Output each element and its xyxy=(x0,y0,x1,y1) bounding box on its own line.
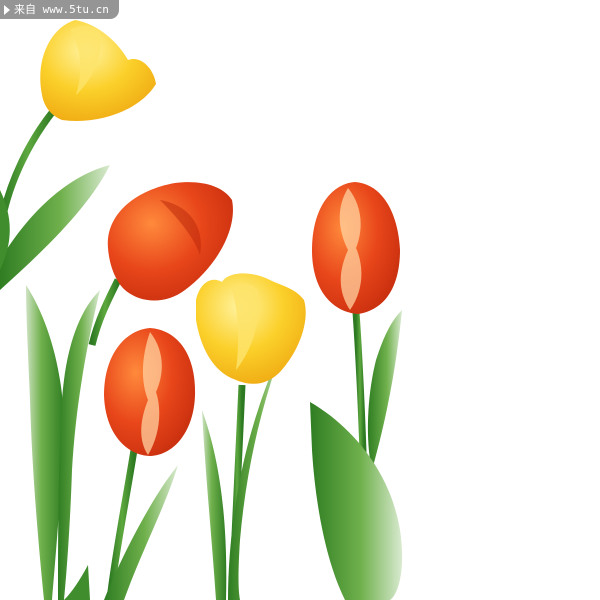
leaf xyxy=(367,310,402,470)
leaves-left xyxy=(26,285,100,600)
play-arrow-icon xyxy=(4,4,10,15)
leaf xyxy=(104,465,178,600)
watermark-text: 来自 www.5tu.cn xyxy=(14,3,109,16)
red-tulip-right xyxy=(310,182,403,600)
leaf xyxy=(310,402,403,600)
tulip-illustration xyxy=(0,20,403,600)
watermark-badge: 来自 www.5tu.cn xyxy=(0,0,119,19)
stem xyxy=(88,278,122,346)
image-canvas: 来自 www.5tu.cn xyxy=(0,0,600,600)
leaf xyxy=(202,410,227,600)
leaf xyxy=(0,165,110,290)
yellow-tulip-center xyxy=(196,273,306,600)
red-tulip-small xyxy=(104,328,196,600)
leaf xyxy=(64,565,90,600)
